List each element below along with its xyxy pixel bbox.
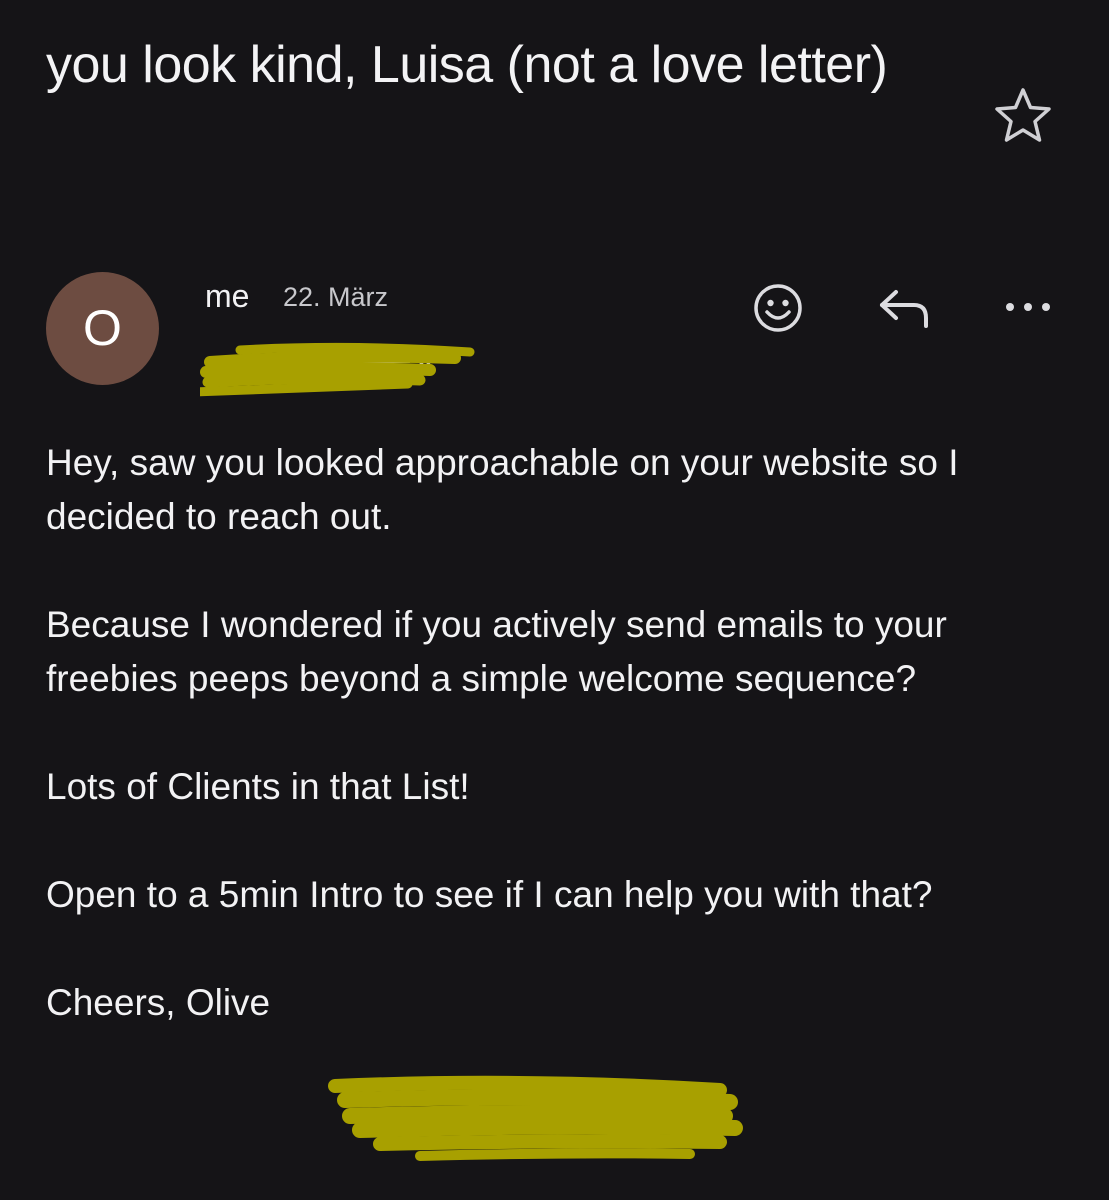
sender-name[interactable]: me — [205, 276, 249, 316]
body-paragraph: Because I wondered if you actively send … — [46, 604, 947, 699]
email-date: 22. März — [283, 282, 389, 312]
body-paragraph: Hey, saw you looked approachable on your… — [46, 442, 959, 537]
email-subject: you look kind, Luisa (not a love letter) — [46, 36, 888, 94]
email-body: Hey, saw you looked approachable on your… — [46, 436, 1076, 1030]
signature-redaction — [328, 1075, 743, 1161]
recipient-details-redacted[interactable] — [200, 340, 480, 400]
body-paragraph: Open to a 5min Intro to see if I can hel… — [46, 874, 933, 915]
emoji-reaction-icon[interactable] — [750, 280, 806, 336]
more-options-icon[interactable] — [1000, 280, 1056, 336]
star-icon[interactable] — [993, 86, 1053, 146]
sender-avatar[interactable]: O — [46, 272, 159, 385]
body-paragraph: Lots of Clients in that List! — [46, 766, 470, 807]
reply-icon[interactable] — [876, 280, 932, 336]
signature: Cheers, Olive — [46, 982, 271, 1023]
